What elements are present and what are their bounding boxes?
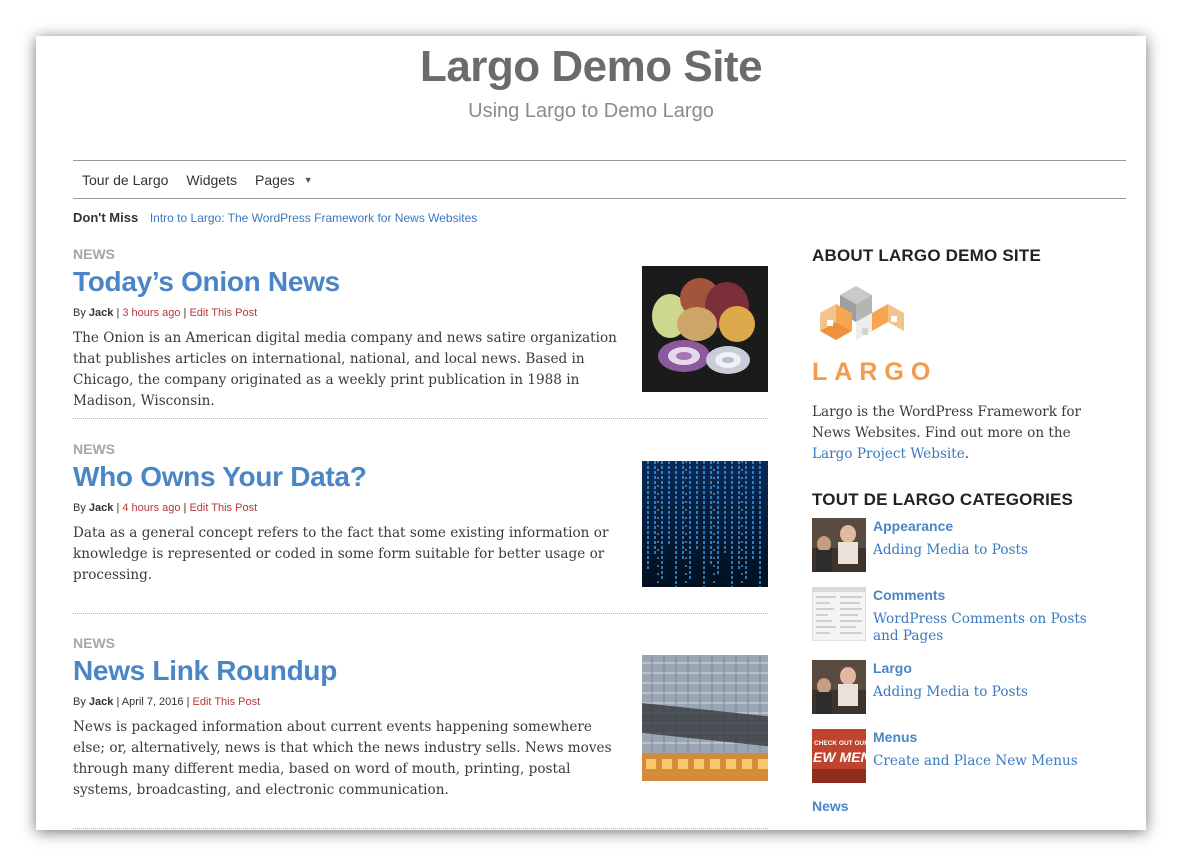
post-item: NEWS News Link Roundup By Jack | April 7… (73, 635, 768, 801)
about-widget-title: ABOUT LARGO DEMO SITE (812, 246, 1041, 265)
post-author[interactable]: Jack (89, 307, 113, 319)
largo-cube-icon (820, 286, 904, 340)
nav-item-widgets[interactable]: Widgets (177, 172, 246, 188)
about-text: Largo is the WordPress Framework for New… (812, 402, 1107, 465)
post-divider (73, 828, 768, 829)
largo-project-link[interactable]: Largo Project Website (812, 446, 965, 462)
dont-miss-bar: Don't Miss Intro to Largo: The WordPress… (73, 210, 477, 225)
nav-item-tour-de-largo[interactable]: Tour de Largo (73, 172, 177, 188)
post-excerpt: Data as a general concept refers to the … (73, 525, 609, 583)
data-matrix-image[interactable] (642, 461, 768, 587)
post-time: 4 hours ago (122, 502, 181, 514)
post-divider (73, 418, 768, 419)
largo-logo[interactable]: LARGO (812, 282, 932, 386)
categories-widget-title: TOUT DE LARGO CATEGORIES (812, 490, 1074, 509)
dont-miss-link[interactable]: Intro to Largo: The WordPress Framework … (150, 211, 477, 225)
comments-thumb-image[interactable] (812, 587, 866, 641)
menus-thumb-text: EW MEN (813, 749, 866, 765)
post-category[interactable]: NEWS (73, 441, 768, 457)
dont-miss-label: Don't Miss (73, 210, 139, 225)
caret-down-icon: ▼ (303, 174, 313, 185)
post-category[interactable]: NEWS (73, 635, 768, 651)
onions-image[interactable] (642, 266, 768, 392)
category-post-link[interactable]: WordPress Comments on Posts and Pages (873, 611, 1108, 645)
largo-logo-text: LARGO (812, 358, 938, 386)
edit-post-link[interactable]: Edit This Post (189, 502, 257, 514)
category-name[interactable]: Largo (873, 660, 912, 676)
category-post-link[interactable]: Adding Media to Posts (873, 684, 1108, 701)
post-excerpt: The Onion is an American digital media c… (73, 330, 617, 409)
menus-thumb-text: CHECK OUT OUR (814, 740, 866, 747)
edit-post-link[interactable]: Edit This Post (189, 307, 257, 319)
about-text-end: . (964, 446, 970, 462)
post-time: April 7, 2016 (121, 696, 184, 708)
about-text-body: Largo is the WordPress Framework for New… (812, 404, 1082, 441)
byline-by: By (73, 696, 86, 708)
appearance-thumb-image[interactable] (812, 518, 866, 572)
post-time: 3 hours ago (122, 307, 181, 319)
post-item: NEWS Today’s Onion News By Jack | 3 hour… (73, 246, 768, 412)
nav-item-pages[interactable]: Pages ▼ (246, 172, 322, 188)
page-frame: Largo Demo Site Using Largo to Demo Larg… (36, 36, 1146, 830)
edit-post-link[interactable]: Edit This Post (193, 696, 261, 708)
category-name[interactable]: Appearance (873, 518, 953, 534)
category-post-link[interactable]: Create and Place New Menus (873, 753, 1108, 770)
byline-by: By (73, 502, 86, 514)
site-tagline: Using Largo to Demo Largo (468, 100, 714, 122)
sidebar: ABOUT LARGO DEMO SITE LARGO Largo is the… (812, 246, 1112, 814)
post-item: NEWS Who Owns Your Data? By Jack | 4 hou… (73, 441, 768, 587)
main-nav: Tour de Largo Widgets Pages ▼ (73, 160, 1126, 199)
category-name[interactable]: News (812, 798, 849, 814)
category-name[interactable]: Menus (873, 729, 917, 745)
post-category[interactable]: NEWS (73, 246, 768, 262)
post-excerpt: News is packaged information about curre… (73, 719, 612, 798)
site-title[interactable]: Largo Demo Site (36, 42, 1146, 92)
post-author[interactable]: Jack (89, 696, 113, 708)
nav-item-pages-label: Pages (254, 171, 295, 188)
largo-thumb-image[interactable] (812, 660, 866, 714)
post-author[interactable]: Jack (89, 502, 113, 514)
newspaper-building-image[interactable] (642, 655, 768, 781)
byline-by: By (73, 307, 86, 319)
category-post-link[interactable]: Adding Media to Posts (873, 542, 1108, 559)
post-divider (73, 613, 768, 614)
category-name[interactable]: Comments (873, 587, 945, 603)
menus-thumb-image[interactable]: CHECK OUT OUR EW MEN (812, 729, 866, 783)
